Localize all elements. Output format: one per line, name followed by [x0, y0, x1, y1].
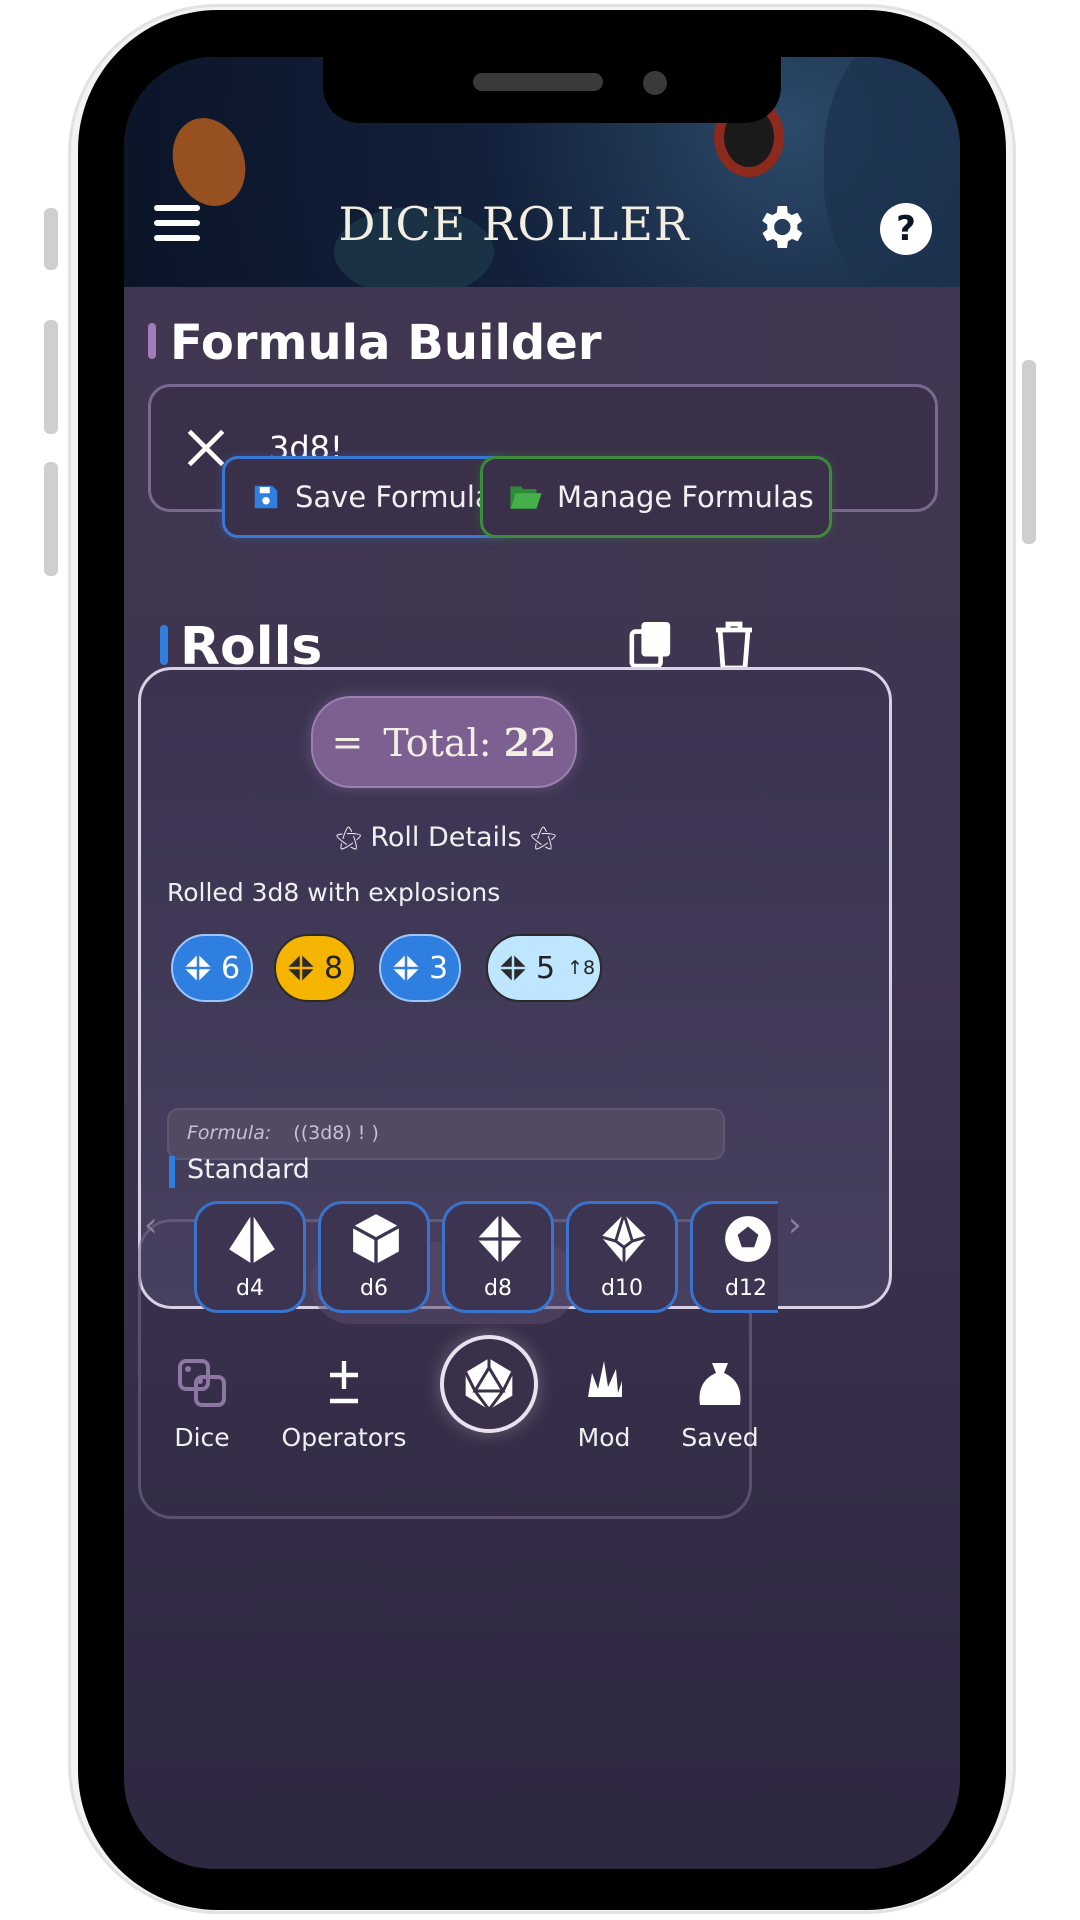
dice-label: d12 — [725, 1276, 767, 1301]
help-icon[interactable]: ? — [880, 203, 932, 255]
nav-saved-label: Saved — [681, 1423, 759, 1452]
phone-power-button — [1022, 360, 1036, 544]
d20-icon — [464, 1358, 514, 1411]
explosion-icon — [582, 1361, 626, 1401]
gear-icon[interactable] — [752, 199, 808, 255]
die-value: 6 — [221, 950, 241, 986]
d8-icon — [287, 954, 315, 982]
standard-label: Standard — [187, 1154, 310, 1185]
d8-icon — [499, 954, 527, 982]
die-value: 8 — [324, 950, 344, 986]
nav-operators-label: Operators — [281, 1423, 407, 1452]
floppy-disk-icon — [254, 485, 278, 509]
bag-icon — [699, 1363, 741, 1405]
explode-indicator: ↑8 — [567, 957, 596, 979]
trash-icon[interactable] — [712, 620, 756, 672]
app-title: DICE ROLLER — [338, 197, 690, 251]
dice-label: d4 — [236, 1276, 264, 1301]
save-formula-label: Save Formula — [295, 480, 493, 514]
chevron-left-icon[interactable]: ‹ — [144, 1205, 158, 1245]
d12-icon — [725, 1216, 771, 1262]
nav-dice-label: Dice — [174, 1423, 230, 1452]
phone-notch — [323, 57, 781, 123]
nav-dice[interactable]: Dice — [150, 1357, 254, 1452]
dice-label: d8 — [484, 1276, 512, 1301]
nav-saved[interactable]: Saved — [672, 1357, 768, 1452]
dice-icon — [178, 1359, 226, 1407]
d10-icon — [600, 1212, 648, 1264]
roll-button[interactable] — [440, 1335, 538, 1433]
die-result-chip: 3 — [379, 934, 461, 1002]
dice-label: d6 — [360, 1276, 388, 1301]
phone-mute-switch — [44, 208, 58, 270]
speaker-grille — [473, 73, 603, 91]
formula-section-accent — [148, 323, 156, 359]
dice-button-d10[interactable]: d10 — [566, 1201, 678, 1313]
standard-accent — [169, 1156, 175, 1188]
die-result-chip: 6 — [171, 934, 253, 1002]
coral-decoration — [160, 107, 258, 217]
d20-icon-right: ⚝ — [530, 822, 557, 853]
menu-icon[interactable] — [154, 205, 200, 245]
equals-symbol: = — [331, 720, 364, 764]
dice-button-d8[interactable]: d8 — [442, 1201, 554, 1313]
phone-volume-down — [44, 462, 58, 576]
d20-icon-left: ⚝ — [335, 822, 362, 853]
folder-open-icon — [510, 486, 542, 509]
formula-strip-value: ((3d8) ! ) — [293, 1122, 379, 1144]
nav-mod[interactable]: Mod — [566, 1357, 642, 1452]
copy-icon[interactable] — [628, 620, 674, 670]
wave-decoration — [824, 57, 960, 287]
roll-details-heading[interactable]: ⚝ Roll Details ⚝ — [141, 822, 751, 854]
die-value: 3 — [429, 950, 449, 986]
d4-icon — [229, 1214, 275, 1264]
dice-label: d10 — [601, 1276, 643, 1301]
dice-selector-row: d4 d6 d8 d10 d12 — [194, 1201, 778, 1317]
plus-minus-icon — [330, 1361, 358, 1404]
dice-button-d12[interactable]: d12 — [690, 1201, 778, 1313]
d8-icon — [392, 954, 420, 982]
d8-icon — [184, 954, 212, 982]
formula-builder-title: Formula Builder — [170, 315, 602, 371]
save-formula-button[interactable]: Save Formula — [222, 456, 512, 538]
front-camera — [643, 71, 667, 95]
roll-description: Rolled 3d8 with explosions — [167, 878, 501, 907]
chevron-right-icon[interactable]: › — [788, 1205, 802, 1245]
phone-volume-up — [44, 320, 58, 434]
total-label: Total: — [383, 720, 492, 765]
die-result-chip-max: 8 — [274, 934, 356, 1002]
die-value: 5 — [536, 950, 556, 986]
formula-strip-label: Formula: — [187, 1122, 272, 1144]
roll-details-title: Roll Details — [370, 822, 522, 853]
dice-button-d4[interactable]: d4 — [194, 1201, 306, 1313]
dice-button-d6[interactable]: d6 — [318, 1201, 430, 1313]
app-screen: DICE ROLLER ? Formula Builder 3d8! Save … — [124, 57, 960, 1869]
d8-icon — [477, 1214, 523, 1264]
total-badge: = Total: 22 — [311, 696, 577, 788]
d6-icon — [352, 1214, 400, 1264]
manage-formulas-label: Manage Formulas — [557, 480, 814, 514]
rolls-section-accent — [160, 625, 168, 665]
nav-mod-label: Mod — [577, 1423, 631, 1452]
manage-formulas-button[interactable]: Manage Formulas — [480, 456, 832, 538]
formula-strip: Formula: ((3d8) ! ) — [167, 1108, 725, 1160]
die-result-chip-exploded: 5 ↑8 — [486, 934, 602, 1002]
total-value: 22 — [503, 719, 557, 765]
nav-operators[interactable]: Operators — [266, 1357, 422, 1452]
